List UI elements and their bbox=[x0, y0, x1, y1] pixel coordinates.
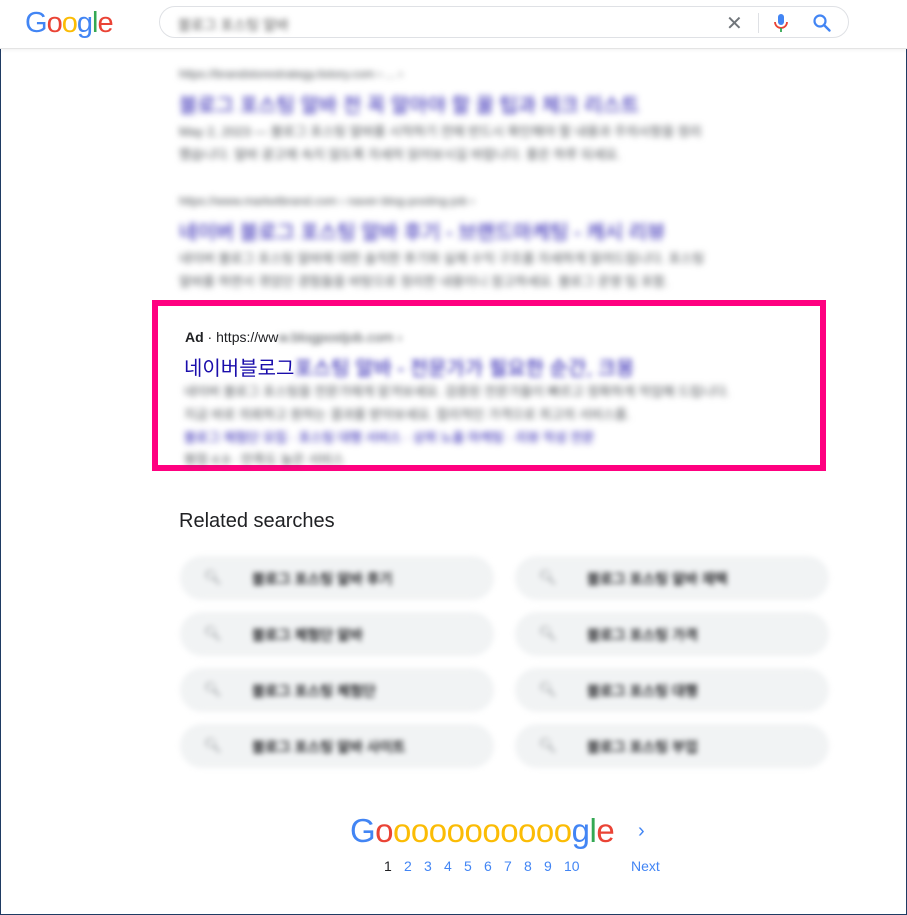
page-current: 1 bbox=[384, 858, 392, 874]
result-1-title[interactable]: 블로그 포스팅 알바 전 꼭 알아야 할 꿀 팁과 체크 리스트 bbox=[179, 89, 639, 118]
google-logo[interactable]: Google bbox=[25, 7, 114, 40]
search-icon: 🔍︎ bbox=[539, 681, 557, 697]
related-search-chip[interactable]: 🔍︎ 블로그 포스팅 알바 후기 bbox=[180, 556, 494, 600]
page-link[interactable]: 6 bbox=[484, 858, 504, 874]
ad-title[interactable]: 네이버블로그 포스팅 알바 - 전문가가 필요한 순간, 크몽 bbox=[184, 352, 634, 381]
page-link[interactable]: 7 bbox=[504, 858, 524, 874]
close-icon[interactable]: ✕ bbox=[726, 11, 743, 36]
search-icon: 🔍︎ bbox=[539, 737, 557, 753]
related-search-chip[interactable]: 🔍︎ 블로그 포스팅 가격 bbox=[515, 612, 829, 656]
search-icon: 🔍︎ bbox=[539, 625, 557, 641]
related-search-chip[interactable]: 🔍︎ 블로그 체험단 알바 bbox=[180, 612, 494, 656]
page-link[interactable]: 8 bbox=[524, 858, 544, 874]
search-icon: 🔍︎ bbox=[204, 737, 222, 753]
ad-description-line: 지금 바로 의뢰하고 원하는 결과를 받아보세요. 합리적인 가격으로 최고의 … bbox=[184, 407, 631, 422]
related-search-chip[interactable]: 🔍︎ 블로그 포스팅 알바 재택 bbox=[515, 556, 829, 600]
page-link[interactable]: 4 bbox=[444, 858, 464, 874]
ad-highlight-box: Ad · https://www.blogpostjob.com › 네이버블로… bbox=[152, 300, 826, 471]
related-search-chip[interactable]: 🔍︎ 블로그 포스팅 대행 bbox=[515, 668, 829, 712]
ad-description-line: 네이버 블로그 포스팅을 전문가에게 맡겨보세요. 검증된 전문가들이 빠르고 … bbox=[184, 384, 730, 399]
page-numbers: 1 2 3 4 5 6 7 8 9 10 bbox=[384, 858, 584, 874]
result-1-snippet-line: 했습니다. 알바 광고에 속지 않도록 자세히 읽어보시길 바랍니다. 좋은 하… bbox=[179, 147, 621, 162]
result-1-snippet-line: May 2, 2023 — 블로그 포스팅 알바를 시작하기 전에 반드시 확인… bbox=[179, 124, 702, 139]
microphone-icon[interactable] bbox=[772, 13, 790, 33]
ad-header: Ad · https://www.blogpostjob.com › bbox=[185, 329, 402, 345]
ad-label: Ad bbox=[185, 329, 204, 345]
ad-rating: 평점 4.9 · 만족도 높은 서비스 bbox=[184, 452, 345, 467]
result-1-url[interactable]: https://brandstorestrategy.tistory.com ›… bbox=[179, 67, 403, 81]
search-query: 블로그 포스팅 알바 bbox=[178, 17, 289, 33]
search-icon: 🔍︎ bbox=[204, 625, 222, 641]
page-link[interactable]: 2 bbox=[404, 858, 424, 874]
ad-url[interactable]: https://ww bbox=[216, 329, 278, 345]
result-2-url[interactable]: https://www.marketbrand.com › naver-blog… bbox=[179, 194, 474, 208]
search-input[interactable]: 블로그 포스팅 알바 ✕ bbox=[159, 6, 849, 38]
page-link[interactable]: 3 bbox=[424, 858, 444, 874]
search-icon[interactable] bbox=[812, 13, 832, 33]
ad-url-blurred[interactable]: w.blogpostjob.com › bbox=[278, 329, 402, 345]
ad-title-blurred: 포스팅 알바 - 전문가가 필요한 순간, 크몽 bbox=[294, 358, 635, 380]
related-search-chip[interactable]: 🔍︎ 블로그 포스팅 부업 bbox=[515, 724, 829, 768]
result-2-title[interactable]: 네이버 블로그 포스팅 알바 후기 - 브랜드마케팅 - 캐시 리뷰 bbox=[179, 216, 666, 245]
pagination-logo: Gooooooooooogle bbox=[350, 812, 615, 849]
divider bbox=[758, 13, 759, 33]
page-link[interactable]: 10 bbox=[564, 858, 584, 874]
result-2-snippet-line: 네이버 블로그 포스팅 알바에 대한 솔직한 후기와 실제 수익 구조를 자세하… bbox=[179, 251, 705, 266]
ad-separator: · bbox=[203, 329, 217, 345]
search-header: Google 블로그 포스팅 알바 ✕ bbox=[0, 0, 907, 49]
ad-title-text: 네이버블로그 bbox=[184, 358, 295, 380]
chevron-right-icon[interactable]: › bbox=[638, 820, 645, 843]
search-icon: 🔍︎ bbox=[204, 569, 222, 585]
page-link[interactable]: 5 bbox=[464, 858, 484, 874]
next-page-link[interactable]: Next bbox=[631, 858, 660, 874]
result-2-snippet-line: 알바를 하면서 겪었던 경험들을 바탕으로 정리한 내용이니 참고하세요. 블로… bbox=[179, 274, 669, 289]
related-searches-title: Related searches bbox=[179, 510, 335, 532]
related-search-chip[interactable]: 🔍︎ 블로그 포스팅 체험단 bbox=[180, 668, 494, 712]
search-icon: 🔍︎ bbox=[539, 569, 557, 585]
related-search-chip[interactable]: 🔍︎ 블로그 포스팅 알바 사이트 bbox=[180, 724, 494, 768]
search-icon: 🔍︎ bbox=[204, 681, 222, 697]
ad-sitelinks[interactable]: 블로그 체험단 모집 · 포스팅 대행 서비스 · 상위 노출 마케팅 · 리뷰… bbox=[184, 427, 594, 446]
page-link[interactable]: 9 bbox=[544, 858, 564, 874]
